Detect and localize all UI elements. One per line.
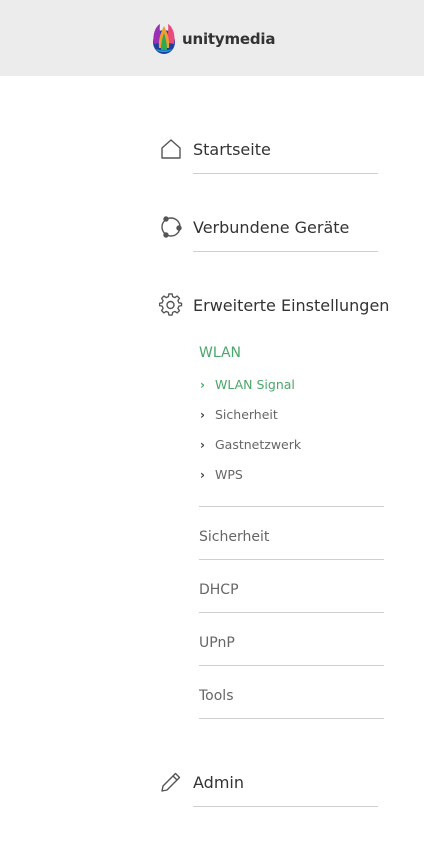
chevron-right-icon: › (200, 377, 205, 392)
pencil-icon (158, 769, 184, 795)
wlan-section-title[interactable]: WLAN (199, 345, 241, 361)
nav-admin[interactable]: Admin (158, 769, 244, 795)
nav-advanced[interactable]: Erweiterte Einstellungen (158, 292, 389, 318)
nav-home[interactable]: Startseite (158, 136, 271, 162)
house-icon (158, 136, 184, 162)
section-tools[interactable]: Tools (199, 688, 234, 704)
divider (199, 559, 384, 560)
chevron-right-icon: › (200, 437, 205, 452)
nav-devices-label: Verbundene Geräte (193, 217, 350, 237)
divider (199, 665, 384, 666)
brand-name: unitymedia (182, 30, 276, 48)
divider (193, 806, 378, 807)
devices-icon (158, 214, 184, 240)
wlan-link-label: WLAN Signal (215, 377, 295, 392)
unitymedia-logo[interactable]: unitymedia (150, 22, 275, 56)
wlan-link-signal[interactable]: › WLAN Signal (200, 377, 295, 392)
section-dhcp[interactable]: DHCP (199, 582, 239, 598)
wlan-link-wps[interactable]: › WPS (200, 467, 243, 482)
wlan-link-guest[interactable]: › Gastnetzwerk (200, 437, 301, 452)
nav-devices[interactable]: Verbundene Geräte (158, 214, 349, 240)
section-upnp[interactable]: UPnP (199, 635, 235, 651)
divider (193, 251, 378, 252)
divider (193, 173, 378, 174)
wlan-link-security[interactable]: › Sicherheit (200, 407, 278, 422)
chevron-right-icon: › (200, 407, 205, 422)
unitymedia-flame-icon (153, 24, 175, 54)
nav-admin-label: Admin (193, 772, 244, 792)
divider (199, 718, 384, 719)
wlan-link-label: Gastnetzwerk (215, 437, 302, 452)
divider (199, 506, 384, 507)
section-security[interactable]: Sicherheit (199, 529, 269, 545)
header: unitymedia (0, 0, 424, 76)
divider (199, 612, 384, 613)
gear-icon (158, 292, 184, 318)
wlan-link-label: Sicherheit (215, 407, 278, 422)
nav-home-label: Startseite (193, 139, 271, 159)
nav-advanced-label: Erweiterte Einstellungen (193, 295, 390, 315)
chevron-right-icon: › (200, 467, 205, 482)
wlan-link-label: WPS (215, 467, 243, 482)
